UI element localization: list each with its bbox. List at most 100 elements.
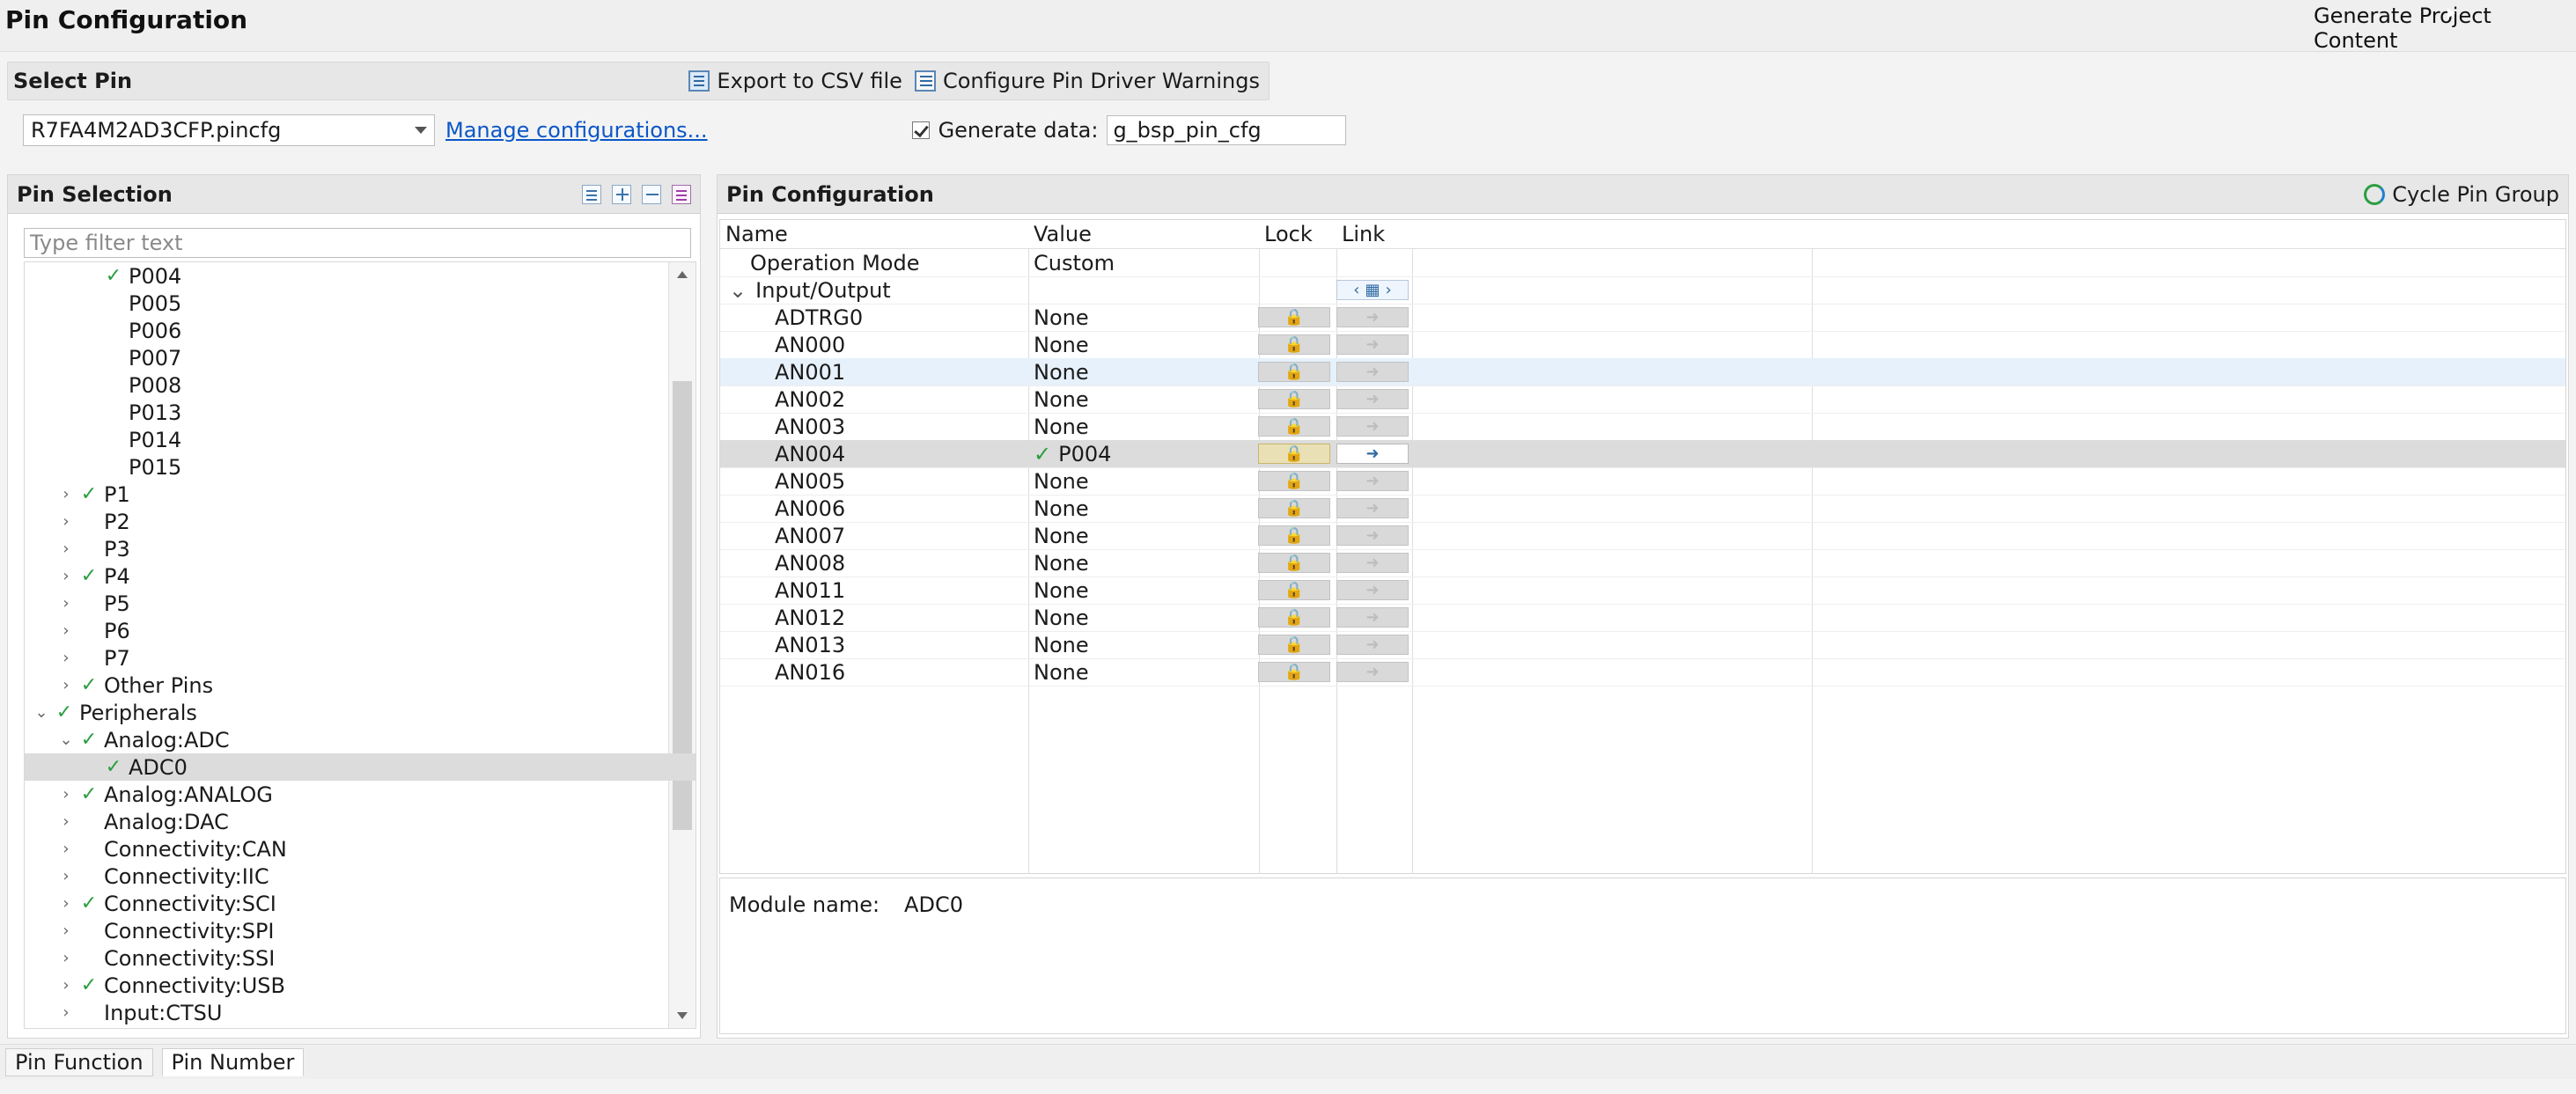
sort-icon[interactable] <box>672 184 691 204</box>
link-button[interactable]: ➜ <box>1336 389 1409 409</box>
chevron-right-icon[interactable]: › <box>58 512 74 531</box>
configure-warnings-button[interactable]: Configure Pin Driver Warnings <box>914 69 1260 93</box>
config-file-dropdown[interactable]: R7FA4M2AD3CFP.pincfg <box>23 114 435 146</box>
table-row[interactable]: AN000 None 🔒 ➜ <box>720 331 2565 359</box>
chevron-right-icon[interactable]: › <box>58 621 74 640</box>
row-value[interactable]: None <box>1028 413 1259 440</box>
row-value[interactable]: Custom <box>1028 249 1259 276</box>
lock-toggle[interactable]: 🔒 <box>1258 334 1330 355</box>
header-value[interactable]: Value <box>1028 220 1259 248</box>
tree-item[interactable]: ›✓P007 <box>25 344 181 371</box>
lock-toggle[interactable]: 🔒 <box>1258 498 1330 518</box>
chevron-right-icon[interactable]: › <box>58 785 74 804</box>
chevron-right-icon[interactable]: › <box>58 567 74 585</box>
header-name[interactable]: Name <box>720 220 1028 248</box>
table-row[interactable]: AN004 ✓ P004 🔒 ➜ <box>720 440 2565 468</box>
expand-all-icon[interactable] <box>612 184 631 204</box>
link-button[interactable]: ➜ <box>1336 662 1409 682</box>
table-row[interactable]: ⌄ Input/Output ‹ ▦ › <box>720 276 2565 305</box>
table-row[interactable]: AN013 None 🔒 ➜ <box>720 631 2565 659</box>
lock-toggle[interactable]: 🔒 <box>1258 635 1330 655</box>
tab-pin-function[interactable]: Pin Function <box>5 1047 153 1076</box>
chevron-right-icon[interactable]: › <box>58 676 74 694</box>
collapse-all-icon[interactable] <box>642 184 661 204</box>
export-csv-button[interactable]: Export to CSV file <box>688 69 902 93</box>
tree-item[interactable]: ›✓Input:CTSU <box>25 999 222 1026</box>
tree-item[interactable]: ›✓Analog:DAC <box>25 808 228 835</box>
chevron-right-icon[interactable]: › <box>58 840 74 858</box>
chevron-down-icon[interactable]: ⌄ <box>729 278 747 303</box>
tree-item[interactable]: › ✓ Connectivity:USB <box>25 972 285 999</box>
chevron-right-icon[interactable]: › <box>58 812 74 831</box>
row-value[interactable]: None <box>1028 604 1259 631</box>
tree-item[interactable]: ›✓P3 <box>25 535 129 562</box>
tab-pin-number[interactable]: Pin Number <box>161 1047 305 1076</box>
link-button[interactable]: ➜ <box>1336 553 1409 573</box>
chevron-right-icon[interactable]: › <box>58 594 74 613</box>
chevron-right-icon[interactable]: › <box>58 485 74 503</box>
link-button[interactable]: ➜ <box>1336 444 1409 464</box>
tree-item[interactable]: ›✓P006 <box>25 317 181 344</box>
lock-toggle[interactable]: 🔒 <box>1258 307 1330 327</box>
cycle-pin-group-button[interactable]: Cycle Pin Group <box>2364 182 2559 207</box>
tree-item[interactable]: ›✓Connectivity:SPI <box>25 917 274 944</box>
link-button[interactable]: ➜ <box>1336 498 1409 518</box>
lock-toggle[interactable]: 🔒 <box>1258 471 1330 491</box>
table-row[interactable]: AN006 None 🔒 ➜ <box>720 495 2565 523</box>
table-row[interactable]: AN003 None 🔒 ➜ <box>720 413 2565 441</box>
lock-toggle[interactable]: 🔒 <box>1258 580 1330 600</box>
list-view-icon[interactable] <box>582 184 601 204</box>
row-value[interactable]: None <box>1028 576 1259 604</box>
scroll-down-icon[interactable] <box>677 1012 688 1019</box>
chevron-right-icon[interactable]: › <box>58 867 74 885</box>
table-row[interactable]: AN001 None 🔒 ➜ <box>720 358 2565 386</box>
header-lock[interactable]: Lock <box>1259 220 1336 248</box>
tree-item[interactable]: ›✓Connectivity:IIC <box>25 863 269 890</box>
link-button[interactable]: ➜ <box>1336 580 1409 600</box>
lock-toggle[interactable]: 🔒 <box>1258 362 1330 382</box>
tree-item[interactable]: ›✓Connectivity:CAN <box>25 835 286 863</box>
chevron-right-icon[interactable]: › <box>58 649 74 667</box>
chevron-right-icon[interactable]: › <box>58 894 74 913</box>
manage-configurations-link[interactable]: Manage configurations... <box>445 118 708 143</box>
row-value[interactable]: None <box>1028 631 1259 658</box>
link-button[interactable]: ➜ <box>1336 635 1409 655</box>
generate-data-checkbox[interactable] <box>911 121 930 139</box>
lock-toggle[interactable]: 🔒 <box>1258 525 1330 546</box>
link-button[interactable]: ➜ <box>1336 471 1409 491</box>
chevron-down-icon[interactable]: ⌄ <box>33 703 49 722</box>
table-row[interactable]: AN012 None 🔒 ➜ <box>720 604 2565 632</box>
row-value[interactable]: None <box>1028 658 1259 686</box>
table-row[interactable]: Operation Mode Custom <box>720 249 2565 277</box>
lock-toggle[interactable]: 🔒 <box>1258 416 1330 437</box>
tree-item[interactable]: ›✓P005 <box>25 290 181 317</box>
lock-toggle[interactable]: 🔒 <box>1258 444 1330 464</box>
generate-data-input[interactable]: g_bsp_pin_cfg <box>1107 115 1347 145</box>
chevron-right-icon[interactable]: › <box>58 976 74 995</box>
row-value[interactable]: None <box>1028 467 1259 495</box>
chevron-right-icon[interactable]: › <box>58 540 74 558</box>
io-link-toggle[interactable]: ‹ ▦ › <box>1336 280 1409 300</box>
row-value[interactable]: None <box>1028 385 1259 413</box>
row-value[interactable]: None <box>1028 549 1259 576</box>
chevron-right-icon[interactable]: › <box>58 921 74 940</box>
tree-item[interactable]: ›✓Connectivity:SSI <box>25 944 275 972</box>
tree-item[interactable]: ⌄ ✓ Analog:ADC <box>25 726 229 753</box>
tree-item[interactable]: › ✓ Analog:ANALOG <box>25 781 272 808</box>
table-row[interactable]: ADTRG0 None 🔒 ➜ <box>720 304 2565 332</box>
table-row[interactable]: AN016 None 🔒 ➜ <box>720 658 2565 687</box>
scroll-up-icon[interactable] <box>677 271 688 278</box>
link-button[interactable]: ➜ <box>1336 525 1409 546</box>
lock-toggle[interactable]: 🔒 <box>1258 389 1330 409</box>
tree-item[interactable]: ›✓P014 <box>25 426 181 453</box>
lock-toggle[interactable]: 🔒 <box>1258 607 1330 628</box>
tree-item[interactable]: ›✓P6 <box>25 617 129 644</box>
tree-item[interactable]: › ✓ P4 <box>25 562 129 590</box>
chevron-down-icon[interactable]: ⌄ <box>58 731 74 749</box>
link-button[interactable]: ➜ <box>1336 334 1409 355</box>
link-button[interactable]: ➜ <box>1336 362 1409 382</box>
row-value[interactable]: None <box>1028 358 1259 385</box>
lock-toggle[interactable]: 🔒 <box>1258 553 1330 573</box>
tree-item[interactable]: › ✓ Connectivity:SCI <box>25 890 276 917</box>
table-row[interactable]: AN002 None 🔒 ➜ <box>720 385 2565 414</box>
